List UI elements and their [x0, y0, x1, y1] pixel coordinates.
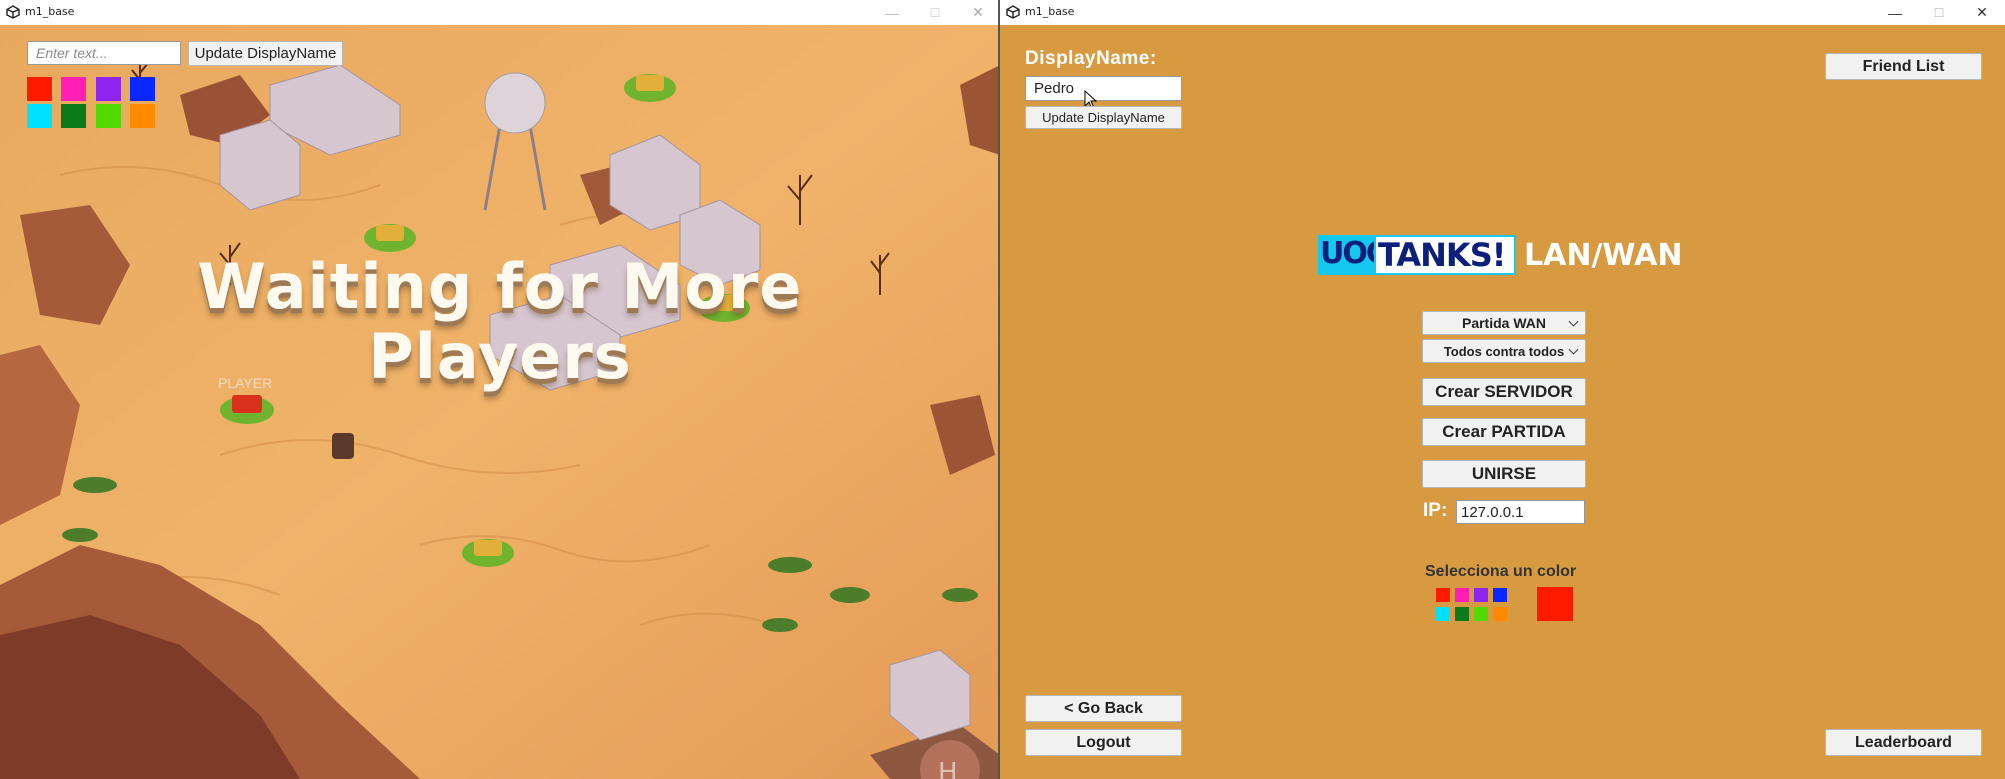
minimize-button[interactable]: — — [1872, 0, 1918, 25]
update-display-name-button[interactable]: Update DisplayName — [1025, 106, 1182, 129]
maximize-button[interactable]: ☐ — [912, 0, 958, 25]
create-game-button[interactable]: Crear PARTIDA — [1422, 418, 1586, 446]
display-name-label: DisplayName: — [1025, 48, 1157, 69]
color-swatch-orange[interactable] — [130, 104, 155, 128]
color-swatch-pink[interactable] — [1455, 588, 1469, 602]
ip-label: IP: — [1423, 500, 1448, 521]
title-bar: m1_base — ☐ ✕ — [0, 0, 1000, 25]
logo-mode-text: LAN/WAN — [1524, 238, 1683, 273]
color-swatch-red[interactable] — [1436, 588, 1450, 602]
leaderboard-button[interactable]: Leaderboard — [1825, 729, 1982, 756]
color-swatch-dark-green[interactable] — [61, 104, 86, 128]
color-swatch-cyan[interactable] — [27, 104, 52, 128]
minimize-button[interactable]: — — [869, 0, 915, 25]
selected-color-preview — [1537, 587, 1573, 621]
color-swatch-cyan[interactable] — [1436, 607, 1450, 621]
color-swatch-pink[interactable] — [61, 77, 86, 101]
chevron-down-icon — [1568, 316, 1579, 327]
minimize-icon: — — [1888, 4, 1902, 21]
game-window-left: m1_base — ☐ ✕ H PLAYER Waiting for More … — [0, 0, 1000, 779]
friend-list-button[interactable]: Friend List — [1825, 53, 1982, 80]
display-name-input[interactable]: Enter text... — [27, 41, 181, 65]
color-swatch-blue[interactable] — [1493, 588, 1507, 602]
unity-logo-icon — [6, 5, 20, 19]
color-select-label: Selecciona un color — [1425, 563, 1577, 580]
color-swatch-purple[interactable] — [96, 77, 121, 101]
logout-button[interactable]: Logout — [1025, 729, 1182, 756]
title-bar: m1_base — ☐ ✕ — [1000, 0, 2005, 25]
color-swatch-orange[interactable] — [1493, 607, 1507, 621]
enemy-tank — [624, 74, 676, 102]
team-select-value: Todos contra todos — [1443, 343, 1565, 359]
color-swatch-purple[interactable] — [1474, 588, 1488, 602]
waiting-title-line1: Waiting for More — [197, 250, 803, 323]
maximize-icon: ☐ — [929, 5, 941, 20]
create-server-button[interactable]: Crear SERVIDOR — [1422, 378, 1586, 406]
helipad-letter: H — [938, 758, 958, 779]
mode-select-value: Partida WAN — [1461, 315, 1546, 331]
maximize-button[interactable]: ☐ — [1916, 0, 1962, 25]
color-swatch-red[interactable] — [27, 77, 52, 101]
desert-scene: H — [0, 25, 1000, 779]
chevron-down-icon — [1568, 344, 1579, 355]
team-select[interactable]: Todos contra todos — [1422, 339, 1586, 363]
mode-select[interactable]: Partida WAN — [1422, 311, 1586, 335]
ip-input[interactable]: 127.0.0.1 — [1456, 500, 1585, 524]
color-swatch-green[interactable] — [1474, 607, 1488, 621]
update-display-name-button[interactable]: Update DisplayName — [188, 41, 343, 66]
color-swatch-dark-green[interactable] — [1455, 607, 1469, 621]
waiting-title-line2: Players — [368, 320, 632, 393]
window-title: m1_base — [25, 5, 75, 18]
enemy-tank — [364, 224, 416, 252]
minimize-icon: — — [885, 4, 899, 21]
close-button[interactable]: ✕ — [955, 0, 1000, 25]
display-name-input[interactable]: Pedro — [1025, 76, 1182, 101]
game-viewport[interactable]: H PLAYER Waiting for More Players Enter … — [0, 25, 1000, 779]
go-back-button[interactable]: < Go Back — [1025, 695, 1182, 722]
enemy-tank — [462, 539, 514, 567]
unity-logo-icon — [1006, 5, 1020, 19]
join-button[interactable]: UNIRSE — [1422, 460, 1586, 488]
close-icon: ✕ — [972, 4, 984, 20]
close-button[interactable]: ✕ — [1959, 0, 2005, 25]
color-swatch-blue[interactable] — [130, 77, 155, 101]
game-window-right: m1_base — ☐ ✕ DisplayName: Pedro Update … — [1000, 0, 2005, 779]
color-swatch-green[interactable] — [96, 104, 121, 128]
window-title: m1_base — [1025, 5, 1075, 18]
close-icon: ✕ — [1976, 4, 1988, 20]
maximize-icon: ☐ — [1933, 5, 1945, 20]
logo-tanks-text: TANKS! — [1378, 236, 1506, 274]
